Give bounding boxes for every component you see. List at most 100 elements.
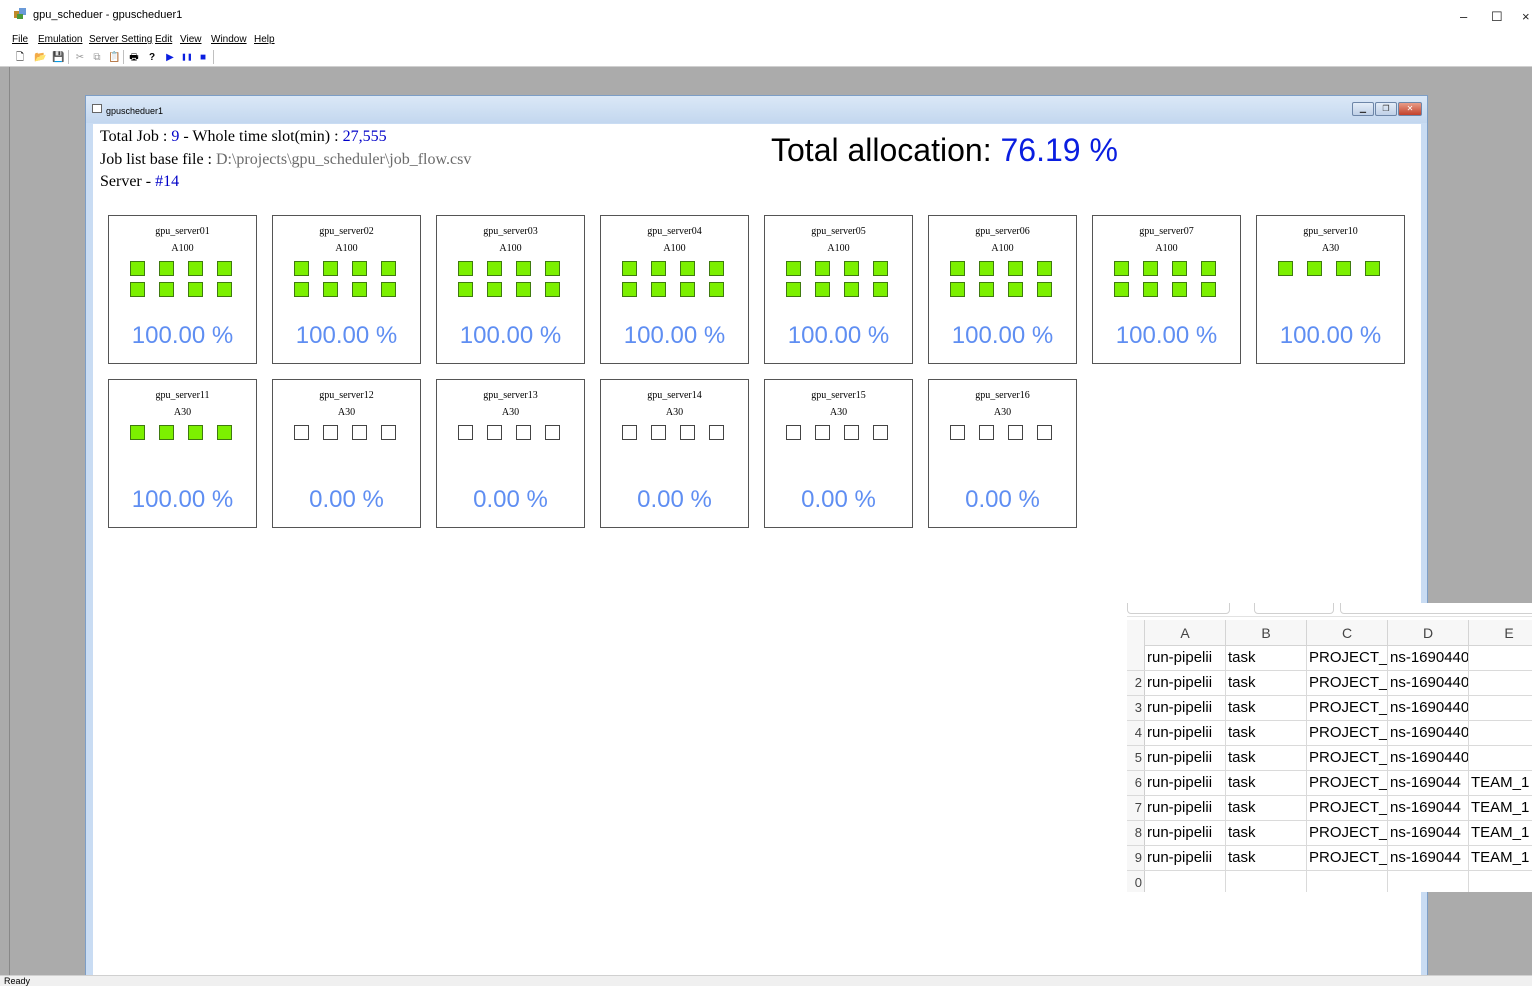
table-cell[interactable] — [1469, 871, 1532, 892]
table-cell[interactable]: run-pipelii — [1145, 771, 1226, 795]
server-card[interactable]: gpu_server03 A100 100.00 % — [436, 215, 585, 364]
table-cell[interactable] — [1469, 671, 1532, 695]
server-card[interactable]: gpu_server15 A30 0.00 % — [764, 379, 913, 528]
menu-emulation[interactable]: Emulation — [38, 34, 82, 45]
table-cell[interactable]: run-pipelii — [1145, 746, 1226, 770]
menu-help[interactable]: Help — [254, 34, 275, 45]
paste-icon[interactable]: 📋 — [108, 51, 120, 64]
table-cell[interactable]: run-pipelii — [1145, 821, 1226, 845]
row-number[interactable]: 2 — [1127, 671, 1145, 695]
table-cell[interactable]: task — [1226, 796, 1307, 820]
row-number[interactable]: 7 — [1127, 796, 1145, 820]
server-card[interactable]: gpu_server01 A100 100.00 % — [108, 215, 257, 364]
menu-view[interactable]: View — [180, 34, 202, 45]
print-icon[interactable]: 🖶 — [128, 51, 140, 64]
row-number[interactable]: 3 — [1127, 696, 1145, 720]
table-cell[interactable]: PROJECT_ — [1307, 671, 1388, 695]
copy-icon[interactable]: ⧉ — [91, 51, 103, 64]
table-cell[interactable] — [1469, 746, 1532, 770]
table-cell[interactable]: PROJECT_ — [1307, 696, 1388, 720]
pause-icon[interactable]: ❚❚ — [181, 51, 193, 64]
open-folder-icon[interactable]: 📂 — [34, 51, 46, 64]
row-number[interactable]: 5 — [1127, 746, 1145, 770]
table-cell[interactable]: PROJECT_ — [1307, 721, 1388, 745]
table-cell[interactable]: ns-169044 — [1388, 821, 1469, 845]
table-cell[interactable] — [1469, 721, 1532, 745]
table-cell[interactable]: run-pipelii — [1145, 646, 1226, 670]
table-cell[interactable] — [1307, 871, 1388, 892]
table-cell[interactable]: ns-16904409679649 — [1388, 671, 1469, 695]
table-cell[interactable]: PROJECT_ — [1307, 846, 1388, 870]
table-cell[interactable]: run-pipelii — [1145, 671, 1226, 695]
table-cell[interactable]: TEAM_1 — [1469, 796, 1532, 820]
table-cell[interactable]: task — [1226, 746, 1307, 770]
row-number[interactable]: 8 — [1127, 821, 1145, 845]
table-cell[interactable] — [1469, 696, 1532, 720]
table-cell[interactable]: task — [1226, 771, 1307, 795]
formula-input[interactable] — [1340, 603, 1532, 614]
table-cell[interactable]: PROJECT_ — [1307, 821, 1388, 845]
column-header[interactable]: E — [1469, 620, 1532, 646]
help-icon[interactable]: ? — [147, 51, 157, 64]
table-cell[interactable]: ns-16904409679649 — [1388, 646, 1469, 670]
table-cell[interactable]: ns-169044 — [1388, 771, 1469, 795]
column-header[interactable]: B — [1226, 620, 1307, 646]
table-cell[interactable]: ns-16904409679649 — [1388, 721, 1469, 745]
new-file-icon[interactable]: 🗋 — [14, 51, 26, 64]
menu-edit[interactable]: Edit — [155, 34, 172, 45]
server-card[interactable]: gpu_server11 A30 100.00 % — [108, 379, 257, 528]
stop-icon[interactable]: ■ — [198, 51, 208, 64]
menu-window[interactable]: Window — [211, 34, 247, 45]
menu-server-setting[interactable]: Server Setting — [89, 34, 152, 45]
table-cell[interactable] — [1469, 646, 1532, 670]
table-cell[interactable]: run-pipelii — [1145, 696, 1226, 720]
maximize-icon[interactable]: ☐ — [1491, 9, 1503, 25]
child-restore-button[interactable]: ❐ — [1375, 102, 1397, 116]
server-card[interactable]: gpu_server16 A30 0.00 % — [928, 379, 1077, 528]
table-cell[interactable]: task — [1226, 671, 1307, 695]
row-number[interactable]: 0 — [1127, 871, 1145, 892]
column-header[interactable]: C — [1307, 620, 1388, 646]
table-cell[interactable]: task — [1226, 721, 1307, 745]
table-cell[interactable]: TEAM_1 — [1469, 846, 1532, 870]
table-cell[interactable] — [1145, 871, 1226, 892]
formula-controls[interactable] — [1254, 603, 1334, 614]
table-cell[interactable]: PROJECT_ — [1307, 771, 1388, 795]
table-cell[interactable]: TEAM_1 — [1469, 821, 1532, 845]
row-number[interactable]: 9 — [1127, 846, 1145, 870]
table-cell[interactable]: TEAM_1 — [1469, 771, 1532, 795]
child-titlebar[interactable]: gpuscheduer1 ▁ ❐ ✕ — [86, 96, 1427, 123]
table-cell[interactable]: run-pipelii — [1145, 796, 1226, 820]
row-number[interactable]: 6 — [1127, 771, 1145, 795]
table-cell[interactable]: run-pipelii — [1145, 721, 1226, 745]
row-number[interactable]: 4 — [1127, 721, 1145, 745]
cut-icon[interactable]: ✂ — [74, 51, 86, 64]
name-box[interactable] — [1127, 603, 1230, 614]
column-header[interactable]: A — [1145, 620, 1226, 646]
select-all-corner[interactable] — [1127, 620, 1145, 646]
close-icon[interactable]: × — [1522, 9, 1530, 24]
server-card[interactable]: gpu_server10 A30 100.00 % — [1256, 215, 1405, 364]
server-card[interactable]: gpu_server12 A30 0.00 % — [272, 379, 421, 528]
table-cell[interactable] — [1226, 871, 1307, 892]
server-card[interactable]: gpu_server05 A100 100.00 % — [764, 215, 913, 364]
table-cell[interactable] — [1388, 871, 1469, 892]
table-cell[interactable]: run-pipelii — [1145, 846, 1226, 870]
table-cell[interactable]: ns-169044 — [1388, 796, 1469, 820]
server-card[interactable]: gpu_server02 A100 100.00 % — [272, 215, 421, 364]
menu-file[interactable]: File — [12, 34, 28, 45]
table-cell[interactable]: ns-16904409679649 — [1388, 696, 1469, 720]
table-cell[interactable]: PROJECT_ — [1307, 646, 1388, 670]
server-card[interactable]: gpu_server04 A100 100.00 % — [600, 215, 749, 364]
table-cell[interactable]: task — [1226, 846, 1307, 870]
play-icon[interactable]: ▶ — [164, 51, 176, 64]
table-cell[interactable]: task — [1226, 821, 1307, 845]
table-cell[interactable]: PROJECT_ — [1307, 796, 1388, 820]
server-card[interactable]: gpu_server07 A100 100.00 % — [1092, 215, 1241, 364]
server-card[interactable]: gpu_server13 A30 0.00 % — [436, 379, 585, 528]
column-header[interactable]: D — [1388, 620, 1469, 646]
row-number[interactable] — [1127, 646, 1145, 670]
server-card[interactable]: gpu_server06 A100 100.00 % — [928, 215, 1077, 364]
table-cell[interactable]: task — [1226, 696, 1307, 720]
server-card[interactable]: gpu_server14 A30 0.00 % — [600, 379, 749, 528]
